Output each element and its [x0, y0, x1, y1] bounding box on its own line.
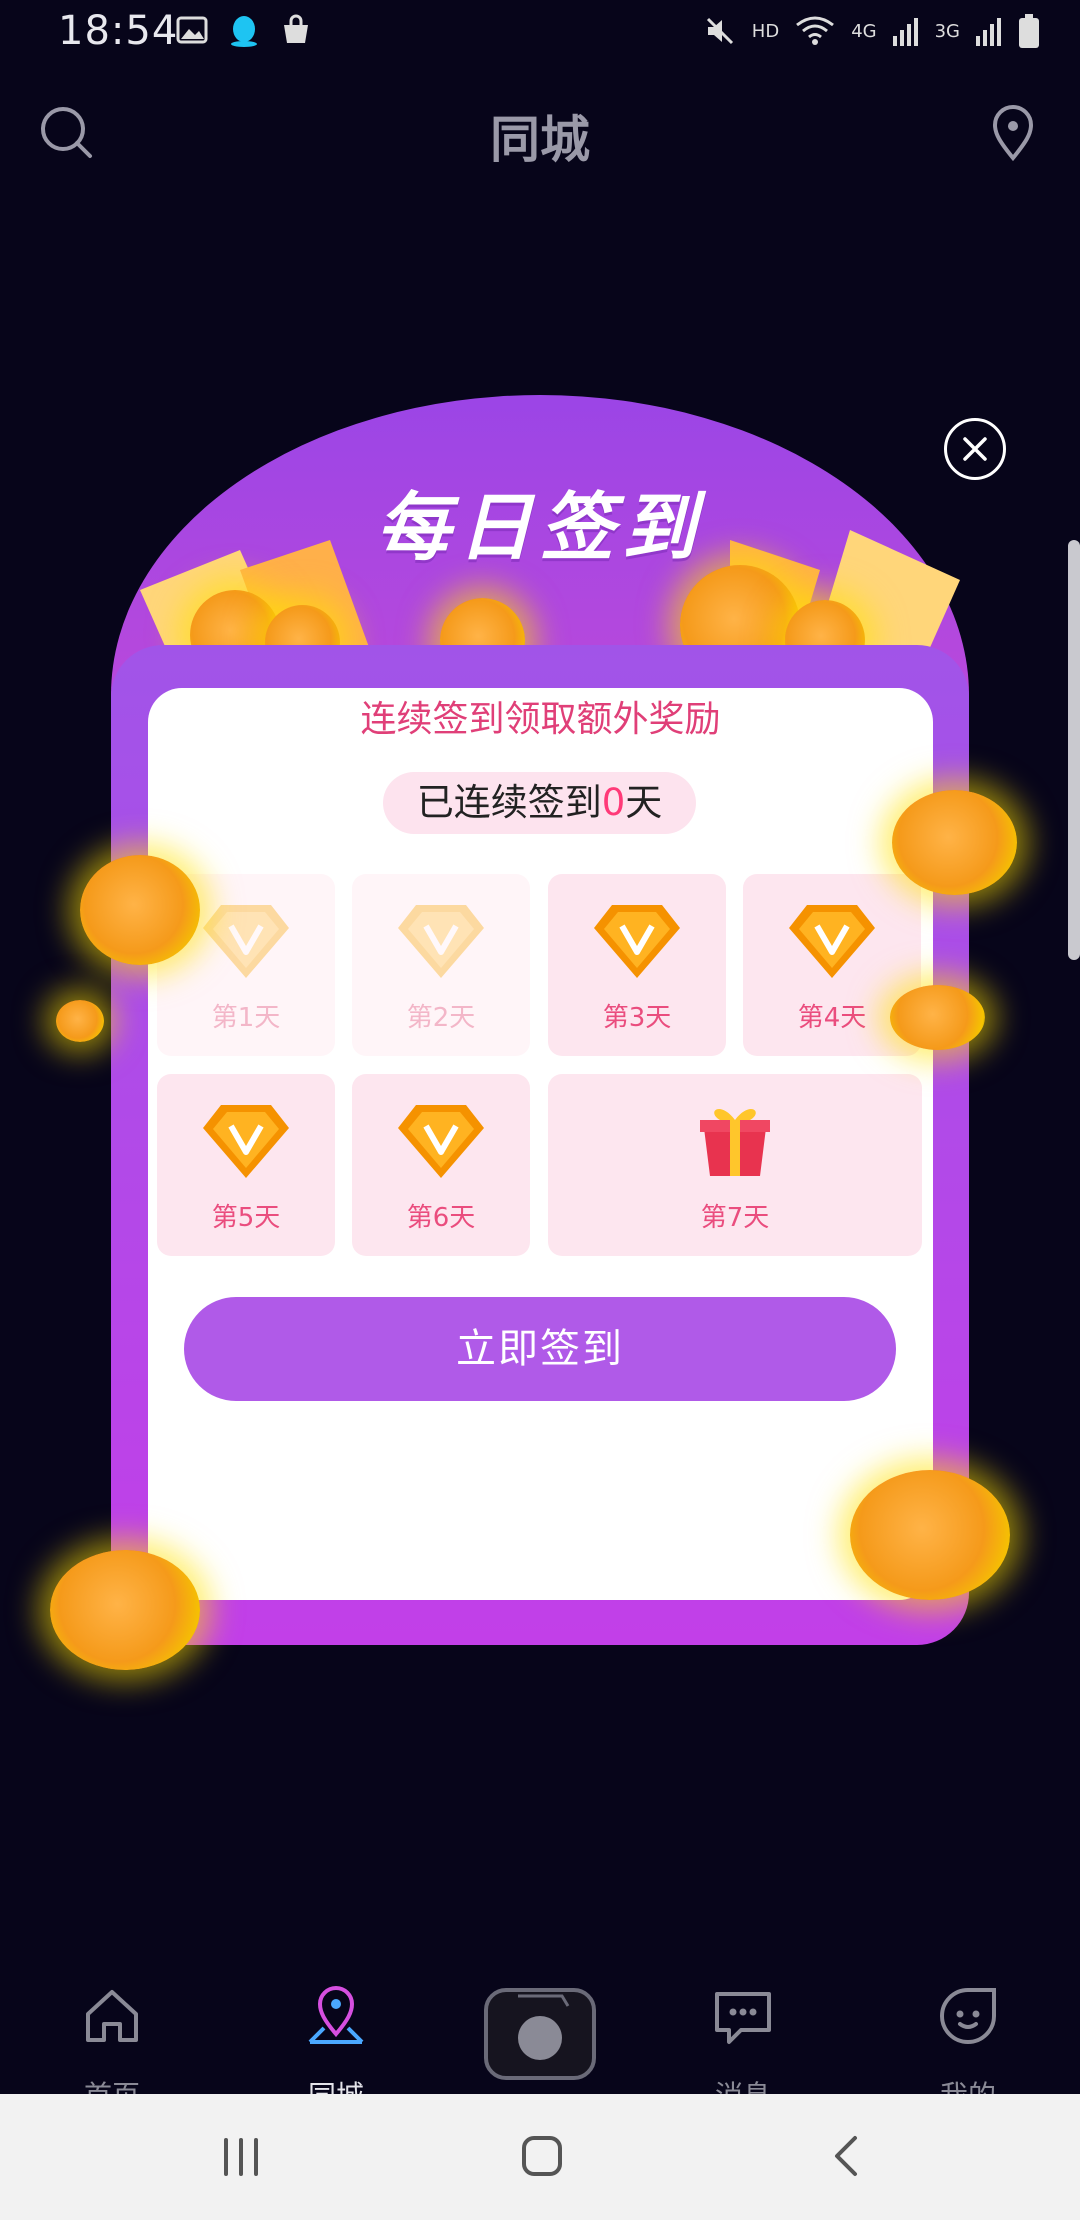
- coin-icon: [80, 855, 200, 965]
- app-header: 同城: [0, 80, 1080, 190]
- streak-prefix: 已连续签到: [416, 781, 602, 824]
- nav-city[interactable]: 同城: [266, 1984, 406, 2112]
- diamond-v-icon: [398, 1105, 484, 1178]
- coin-icon: [850, 1470, 1010, 1600]
- map-pin-icon: [308, 1986, 364, 2044]
- diamond-v-icon: [398, 905, 484, 978]
- gift-box-icon: [700, 1109, 770, 1176]
- page-title: 同城: [490, 111, 590, 169]
- day-cell-7: 第7天: [548, 1074, 922, 1256]
- diamond-v-icon: [203, 905, 289, 978]
- day-cell-3: 第3天: [548, 874, 726, 1056]
- day-label: 第3天: [602, 1003, 672, 1033]
- mute-icon: [706, 17, 733, 45]
- day-label: 第7天: [700, 1203, 770, 1233]
- day-label: 第6天: [406, 1203, 476, 1233]
- qq-icon: [231, 16, 257, 47]
- day-label: 第2天: [406, 1003, 476, 1033]
- side-scroll-indicator: [1068, 540, 1080, 960]
- camera-button[interactable]: [484, 1988, 596, 2080]
- camera-icon: [518, 1994, 570, 2060]
- battery-icon: [1019, 14, 1039, 48]
- nav-profile[interactable]: 我的: [898, 1984, 1038, 2112]
- day-label: 第5天: [211, 1203, 281, 1233]
- diamond-v-icon: [594, 905, 680, 978]
- recent-apps-icon[interactable]: [218, 2134, 264, 2180]
- gallery-icon: [176, 16, 208, 44]
- streak-count: 0: [601, 781, 626, 824]
- day-cell-5: 第5天: [157, 1074, 335, 1256]
- nav-messages[interactable]: 消息: [673, 1984, 813, 2112]
- coin-icon: [56, 1000, 104, 1042]
- network-3g: 3G: [934, 20, 960, 42]
- hd-indicator: HD: [751, 20, 780, 42]
- status-time: 18:54: [58, 8, 179, 54]
- close-icon: [963, 437, 987, 461]
- coin-icon: [50, 1550, 200, 1670]
- profile-icon: [940, 1988, 996, 2044]
- location-button[interactable]: [982, 102, 1044, 164]
- modal-subtitle: 连续签到领取额外奖励: [360, 699, 721, 740]
- signal-icon: [892, 18, 918, 46]
- back-icon[interactable]: [825, 2132, 873, 2180]
- bottom-nav: 首页 同城 消息 我的: [0, 1964, 1080, 2112]
- network-4g: 4G: [851, 20, 877, 42]
- location-pin-icon: [992, 105, 1034, 162]
- coin-icon: [892, 790, 1017, 895]
- status-left-icons: [176, 14, 312, 48]
- day-cell-2: 第2天: [352, 874, 530, 1056]
- check-in-button[interactable]: 立即签到: [184, 1297, 896, 1401]
- status-right-icons: HD 4G 3G: [704, 14, 1040, 48]
- diamond-v-icon: [203, 1105, 289, 1178]
- home-icon: [86, 1990, 138, 2042]
- day-label: 第1天: [211, 1003, 281, 1033]
- coin-icon: [890, 985, 985, 1050]
- close-button[interactable]: [944, 418, 1006, 480]
- day-cell-6: 第6天: [352, 1074, 530, 1256]
- home-nav-icon[interactable]: [518, 2132, 566, 2180]
- nav-home[interactable]: 首页: [42, 1984, 182, 2112]
- streak-pill: 已连续签到0天: [383, 772, 696, 834]
- wifi-icon: [796, 16, 835, 45]
- signal-icon-2: [976, 18, 1001, 46]
- status-bar: 18:54 HD 4G 3G: [0, 0, 1080, 66]
- modal-title: 每日签到: [376, 485, 704, 571]
- streak-suffix: 天: [625, 781, 663, 824]
- system-nav-bar: [0, 2094, 1080, 2220]
- bag-icon: [284, 14, 308, 43]
- diamond-v-icon: [789, 905, 875, 978]
- message-icon: [715, 1992, 771, 2044]
